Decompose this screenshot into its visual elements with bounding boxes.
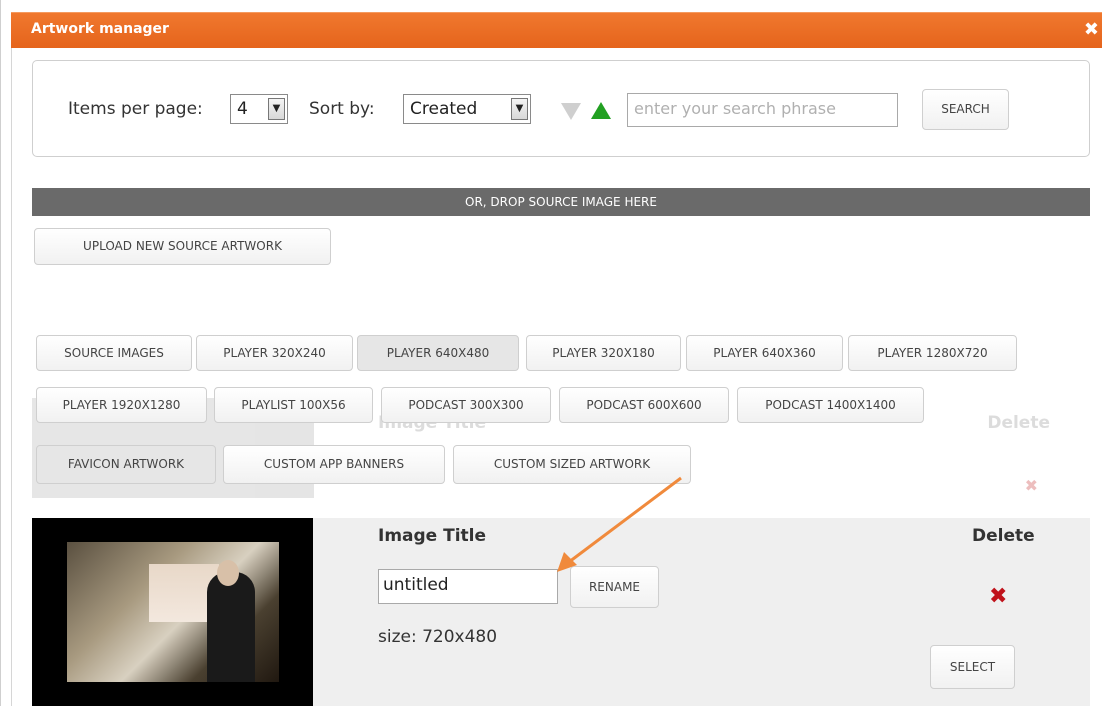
format-button-custom-app-banners[interactable]: CUSTOM APP BANNERS	[223, 445, 445, 484]
artwork-manager-dialog: Artwork manager ✖ Items per page: 4 ▼ So…	[0, 0, 1102, 706]
drop-zone-bar[interactable]: OR, DROP SOURCE IMAGE HERE	[32, 188, 1090, 216]
filter-toolbar: Items per page: 4 ▼ Sort by: Created ▼ e…	[32, 60, 1090, 157]
format-button-player-1920x1280[interactable]: PLAYER 1920X1280	[36, 387, 207, 423]
triangle-down-icon[interactable]	[561, 103, 581, 120]
items-per-page-label: Items per page:	[68, 99, 203, 119]
thumbnail-speaker-head	[217, 560, 239, 586]
format-button-podcast-1400x1400[interactable]: PODCAST 1400X1400	[737, 387, 924, 423]
image-title-label: Image Title	[378, 526, 487, 546]
delete-label: Delete	[972, 526, 1035, 546]
image-size-text: size: 720x480	[378, 627, 498, 647]
items-per-page-value: 4	[237, 99, 248, 119]
format-button-player-320x240[interactable]: PLAYER 320X240	[196, 335, 353, 371]
thumbnail-speaker-detail	[207, 572, 255, 682]
format-button-player-640x480[interactable]: PLAYER 640X480	[357, 335, 519, 371]
items-per-page-select[interactable]: 4 ▼	[230, 94, 288, 124]
chevron-down-icon: ▼	[268, 98, 285, 120]
artwork-item-row: Image Title Delete untitled RENAME size:…	[32, 518, 1090, 706]
search-button[interactable]: SEARCH	[922, 89, 1009, 130]
format-button-playlist-100x56[interactable]: PLAYLIST 100X56	[214, 387, 373, 423]
close-icon[interactable]: ✖	[1084, 19, 1099, 40]
delete-icon: ✖	[1024, 476, 1038, 495]
delete-icon[interactable]: ✖	[989, 584, 1007, 609]
sort-by-select[interactable]: Created ▼	[403, 94, 531, 124]
format-button-player-640x360[interactable]: PLAYER 640X360	[686, 335, 843, 371]
image-title-input[interactable]: untitled	[378, 569, 558, 604]
format-button-favicon-artwork[interactable]: FAVICON ARTWORK	[36, 445, 216, 484]
search-input[interactable]: enter your search phrase	[627, 93, 898, 127]
format-button-podcast-300x300[interactable]: PODCAST 300X300	[381, 387, 551, 423]
rename-button[interactable]: RENAME	[570, 566, 659, 608]
sort-by-label: Sort by:	[309, 99, 375, 119]
dialog-title: Artwork manager	[31, 21, 169, 37]
select-button[interactable]: SELECT	[930, 645, 1015, 689]
format-button-podcast-600x600[interactable]: PODCAST 600X600	[559, 387, 729, 423]
format-button-custom-sized-artwork[interactable]: CUSTOM SIZED ARTWORK	[453, 445, 691, 484]
chevron-down-icon: ▼	[511, 98, 528, 120]
ghost-delete-label: Delete	[987, 413, 1050, 433]
format-button-player-320x180[interactable]: PLAYER 320X180	[526, 335, 681, 371]
triangle-up-icon[interactable]	[591, 102, 611, 119]
artwork-thumbnail[interactable]	[32, 518, 313, 706]
dialog-body: Items per page: 4 ▼ Sort by: Created ▼ e…	[11, 48, 1102, 706]
format-button-player-1280x720[interactable]: PLAYER 1280X720	[848, 335, 1017, 371]
format-button-source-images[interactable]: SOURCE IMAGES	[36, 335, 192, 371]
dialog-titlebar: Artwork manager ✖	[11, 12, 1102, 48]
sort-by-value: Created	[410, 99, 478, 119]
upload-source-artwork-button[interactable]: UPLOAD NEW SOURCE ARTWORK	[34, 228, 331, 265]
